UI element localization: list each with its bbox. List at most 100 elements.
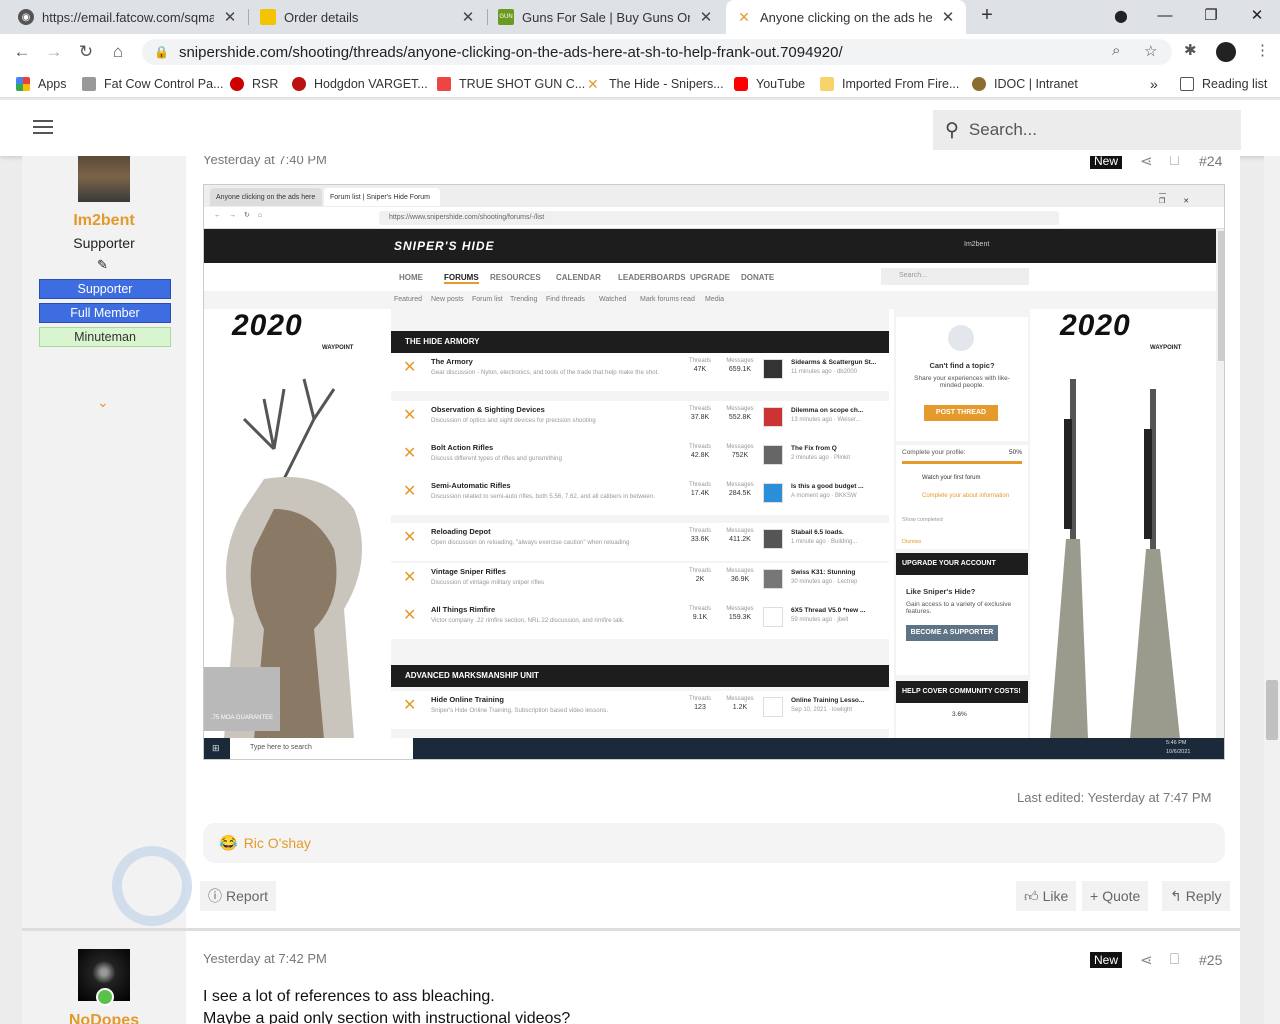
forum-row[interactable]: ✕ Semi-Automatic Rifles Discussion related… [391, 477, 889, 515]
post-number[interactable]: #25 [1199, 952, 1222, 968]
forum-crosshair-icon: ✕ [403, 697, 417, 714]
latest-thread-title[interactable]: Swiss K31: Stunning [791, 569, 855, 576]
forum-row[interactable]: ✕ Reloading Depot Open discussion on reloa… [391, 523, 889, 561]
reload-icon[interactable]: ↻ [74, 40, 98, 64]
post-24-body: Yesterday at 7:40 PM New ⋖ ⎕ #24 Anyone … [186, 156, 1240, 1024]
browser-tab-active[interactable]: ✕ Anyone clicking on the ads here ✕ [726, 0, 966, 34]
reaction-user[interactable]: Ric O'shay [244, 835, 311, 851]
avatar[interactable] [78, 156, 130, 202]
latest-thread-title[interactable]: Is this a good budget ... [791, 483, 864, 490]
reply-button[interactable]: ↰ Reply [1162, 881, 1230, 911]
latest-thumb [763, 483, 783, 503]
browser-tab-email[interactable]: ◉ https://email.fatcow.com/sqmail/ ✕ [8, 0, 248, 34]
like-button[interactable]: 👍︎ Like [1016, 881, 1077, 911]
quote-button[interactable]: + Quote [1082, 881, 1149, 911]
forum-messages: Messages 552.8K [726, 406, 754, 421]
costs-card: 3.6% [896, 703, 1028, 739]
hamburger-menu-icon[interactable] [33, 120, 53, 134]
post-timestamp[interactable]: Yesterday at 7:42 PM [203, 951, 327, 966]
latest-thumb [763, 569, 783, 589]
url-bar[interactable]: 🔒 snipershide.com/shooting/threads/anyon… [142, 39, 1172, 65]
address-toolbar: ← → ↻ ⌂ 🔒 snipershide.com/shooting/threa… [0, 34, 1280, 70]
latest-thread-title[interactable]: 6X5 Thread V5.0 *new ... [791, 607, 865, 614]
forum-row[interactable]: ✕ Bolt Action Rifles Discuss different typ… [391, 439, 889, 477]
embedded-user: Im2bent [964, 241, 990, 248]
close-icon[interactable]: ✕ [222, 8, 238, 26]
forum-crosshair-icon: ✕ [403, 529, 417, 546]
close-icon[interactable]: ✕ [460, 8, 476, 26]
bookmark-thehide[interactable]: ✕ The Hide - Snipers... [587, 70, 724, 98]
bookmark-star-icon[interactable]: ☆ [1144, 42, 1157, 60]
tab-search-icon[interactable]: ⬤ [1098, 0, 1144, 34]
post-timestamp[interactable]: Yesterday at 7:40 PM [203, 156, 327, 167]
latest-thumb [763, 529, 783, 549]
latest-thread-title[interactable]: Online Training Lesso... [791, 697, 864, 704]
forum-row[interactable]: ✕ All Things Rimfire Victor company .22 ri… [391, 601, 889, 639]
bookmark-icon[interactable]: ⎕ [1170, 951, 1179, 968]
latest-thread-meta: 59 minutes ago · jbell [791, 617, 849, 623]
trueshot-icon [437, 77, 451, 91]
home-icon[interactable]: ⌂ [106, 40, 130, 64]
forum-threads: Threads 33.6K [688, 528, 711, 543]
window-close-icon[interactable]: ✕ [1234, 0, 1280, 34]
username[interactable]: NoDopes [22, 1012, 186, 1024]
forum-title[interactable]: Vintage Sniper Rifles [431, 567, 506, 576]
browser-tab-guns[interactable]: GUN Guns For Sale | Buy Guns Online | ✕ [488, 0, 724, 34]
bookmark-youtube[interactable]: YouTube [734, 70, 805, 98]
forum-crosshair-icon: ✕ [403, 607, 417, 624]
minimize-icon[interactable]: — [1142, 0, 1188, 34]
forum-messages: Messages 284.5K [726, 482, 754, 497]
latest-thread-title[interactable]: Dilemma on scope ch... [791, 407, 863, 414]
bookmark-rsr[interactable]: RSR [230, 70, 278, 98]
share-icon[interactable]: ⋖ [1140, 156, 1153, 170]
embedded-taskbar-search: Type here to search [230, 738, 413, 759]
forum-row[interactable]: ✕ The Armory Gear discussion - Nylon, elec… [391, 353, 889, 391]
share-icon[interactable]: ⋖ [1140, 951, 1153, 969]
forum-title[interactable]: Reloading Depot [431, 527, 491, 536]
info-icon: ⓘ [208, 888, 222, 904]
site-search-input[interactable]: ⚲ Search... [933, 110, 1241, 150]
bookmark-icon[interactable]: ⎕ [1170, 156, 1179, 169]
browser-tab-order[interactable]: Order details ✕ [250, 0, 486, 34]
forum-title[interactable]: Hide Online Training [431, 695, 504, 704]
bookmarks-overflow-icon[interactable]: » [1150, 70, 1158, 98]
extensions-icon[interactable]: ✱ [1184, 41, 1197, 59]
menu-dots-icon[interactable]: ⋮ [1255, 41, 1270, 59]
forum-title[interactable]: The Armory [431, 357, 473, 366]
latest-thread-title[interactable]: Stabail 6.5 loads. [791, 529, 844, 536]
folder-icon [820, 77, 834, 91]
latest-thread-title[interactable]: The Fix from Q [791, 445, 837, 452]
new-tab-button[interactable]: + [975, 4, 999, 30]
bookmark-idoc[interactable]: IDOC | Intranet [972, 70, 1078, 98]
scrollbar-thumb[interactable] [1266, 680, 1278, 740]
forward-icon[interactable]: → [42, 40, 66, 64]
back-icon[interactable]: ← [10, 40, 34, 64]
page-scrollbar[interactable] [1264, 156, 1280, 1024]
chevron-down-icon[interactable]: ⌄ [97, 394, 109, 411]
zoom-icon[interactable]: ⌕ [1112, 42, 1120, 59]
bookmark-trueshot[interactable]: TRUE SHOT GUN C... [437, 70, 585, 98]
post-number[interactable]: #24 [1199, 156, 1222, 169]
restore-icon[interactable]: ❐ [1188, 0, 1234, 34]
report-button[interactable]: ⓘ Report [200, 881, 277, 911]
reading-list[interactable]: Reading list [1180, 70, 1267, 98]
username[interactable]: Im2bent [22, 212, 186, 230]
close-icon[interactable]: ✕ [940, 8, 956, 26]
bookmark-hodgdon[interactable]: Hodgdon VARGET... [292, 70, 428, 98]
reaction-bar[interactable]: 😂 Ric O'shay [203, 823, 1225, 863]
bookmark-apps[interactable]: Apps [16, 70, 67, 98]
forum-title[interactable]: Semi-Automatic Rifles [431, 481, 511, 490]
bookmark-fatcow[interactable]: Fat Cow Control Pa... [82, 70, 224, 98]
forum-row[interactable]: ✕ Hide Online Training Sniper's Hide Onlin… [391, 691, 889, 729]
bookmark-imported[interactable]: Imported From Fire... [820, 70, 959, 98]
profile-avatar[interactable] [1216, 42, 1236, 62]
forum-row[interactable]: ✕ Observation & Sighting Devices Discussio… [391, 401, 889, 439]
forum-title[interactable]: All Things Rimfire [431, 605, 495, 614]
url-text: snipershide.com/shooting/threads/anyone-… [178, 43, 843, 61]
forum-title[interactable]: Bolt Action Rifles [431, 443, 493, 452]
forum-title[interactable]: Observation & Sighting Devices [431, 405, 545, 414]
embedded-screenshot[interactable]: Anyone clicking on the ads here Forum li… [203, 184, 1225, 760]
forum-row[interactable]: ✕ Vintage Sniper Rifles Discussion of vint… [391, 563, 889, 601]
close-icon[interactable]: ✕ [698, 8, 714, 26]
latest-thread-title[interactable]: Sidearms & Scattergun St... [791, 359, 876, 366]
